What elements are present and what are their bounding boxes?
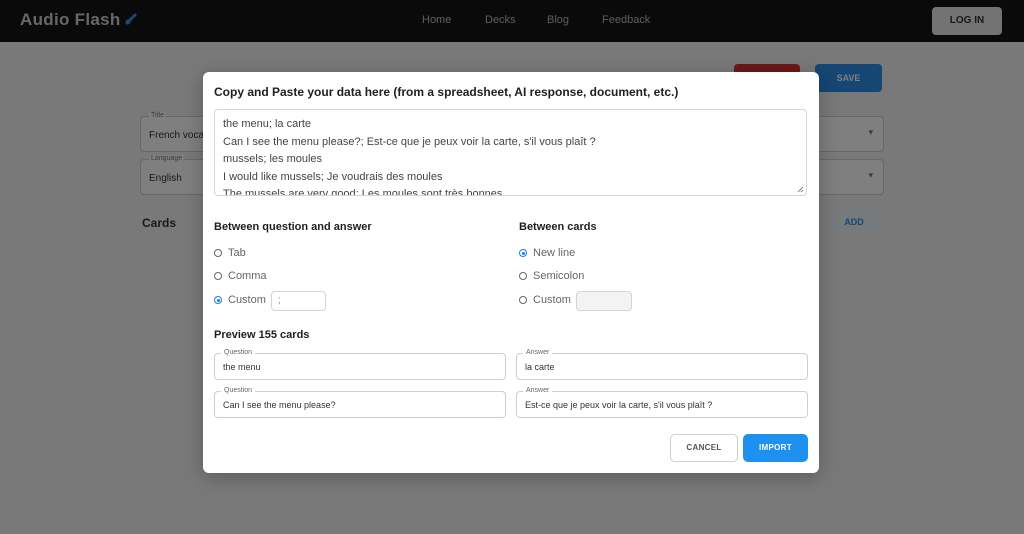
qa-option-label: Custom xyxy=(228,294,266,306)
qa-separator-heading: Between question and answer xyxy=(214,221,372,233)
paste-line: the menu; la carte xyxy=(223,118,312,130)
card-option-label: Custom xyxy=(533,294,571,306)
qa-custom-separator-input[interactable]: ; xyxy=(271,291,326,311)
card-separator-heading: Between cards xyxy=(519,221,597,233)
radio-icon[interactable] xyxy=(214,249,222,257)
paste-line: mussels; les moules xyxy=(223,153,323,165)
preview-question-field[interactable]: Question Can I see the menu please? xyxy=(214,387,506,418)
paste-line: The mussels are very good; Les moules so… xyxy=(223,188,503,196)
preview-answer-field[interactable]: Answer la carte xyxy=(516,349,808,380)
radio-icon[interactable] xyxy=(214,272,222,280)
radio-icon[interactable] xyxy=(519,272,527,280)
question-label: Question xyxy=(221,349,256,357)
paste-textarea[interactable]: the menu; la carte Can I see the menu pl… xyxy=(214,109,807,196)
cancel-button[interactable]: CANCEL xyxy=(670,434,738,462)
question-value: the menu xyxy=(223,362,261,372)
radio-icon[interactable] xyxy=(519,296,527,304)
preview-answer-field[interactable]: Answer Est-ce que je peux voir la carte,… xyxy=(516,387,808,418)
radio-selected-icon[interactable] xyxy=(214,296,222,304)
preview-question-field[interactable]: Question the menu xyxy=(214,349,506,380)
preview-heading: Preview 155 cards xyxy=(214,329,310,341)
import-button[interactable]: IMPORT xyxy=(743,434,808,462)
dialog-title: Copy and Paste your data here (from a sp… xyxy=(214,85,679,99)
import-dialog: Copy and Paste your data here (from a sp… xyxy=(203,72,819,473)
paste-line: Can I see the menu please?; Est-ce que j… xyxy=(223,136,596,148)
answer-label: Answer xyxy=(523,387,553,395)
answer-value: Est-ce que je peux voir la carte, s'il v… xyxy=(525,400,713,410)
answer-value: la carte xyxy=(525,362,555,372)
qa-option-label: Comma xyxy=(228,270,267,282)
qa-option-label: Tab xyxy=(228,247,246,259)
question-label: Question xyxy=(221,387,256,395)
card-custom-separator-input xyxy=(576,291,632,311)
question-value: Can I see the menu please? xyxy=(223,400,336,410)
card-option-label: New line xyxy=(533,247,576,259)
radio-selected-icon[interactable] xyxy=(519,249,527,257)
answer-label: Answer xyxy=(523,349,553,357)
paste-line: I would like mussels; Je voudrais des mo… xyxy=(223,171,443,183)
resize-handle-icon[interactable] xyxy=(797,186,804,193)
card-option-label: Semicolon xyxy=(533,270,585,282)
